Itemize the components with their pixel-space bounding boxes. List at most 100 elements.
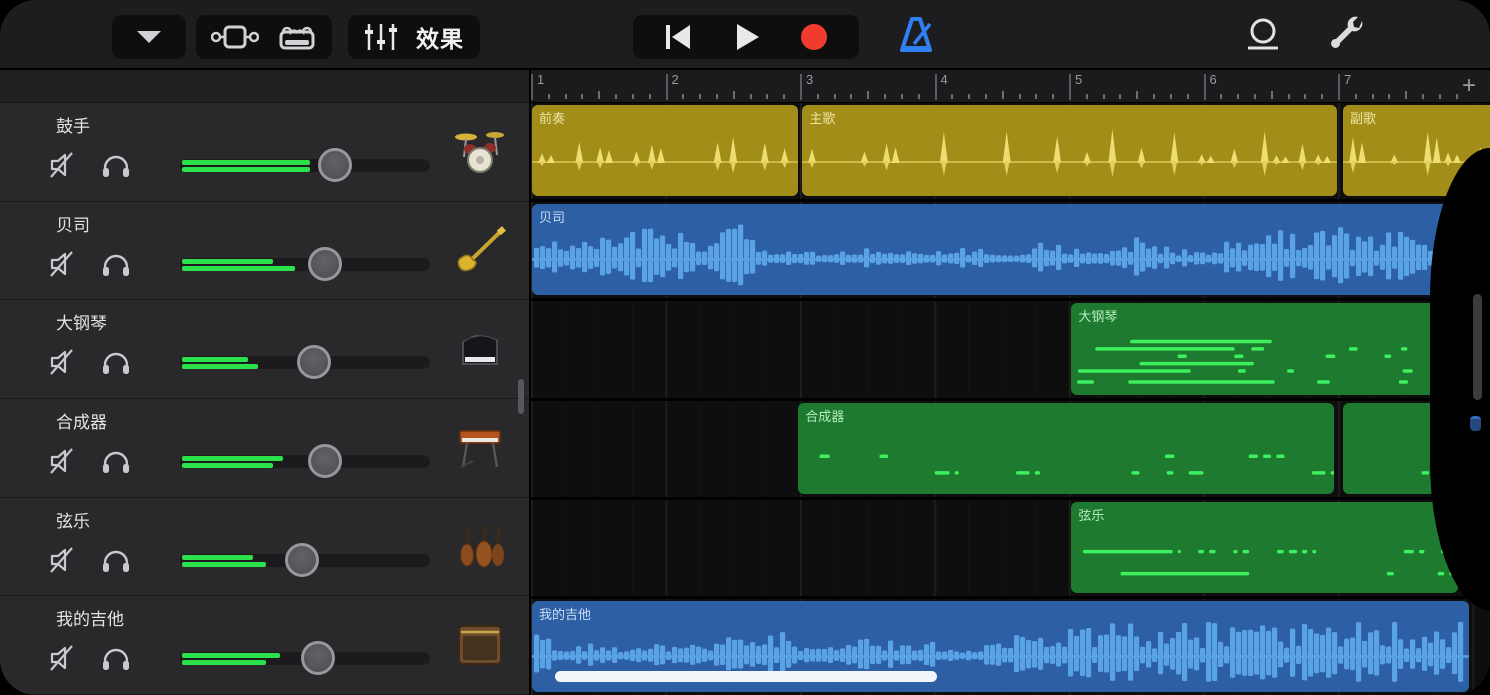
- track-header-1[interactable]: 鼓手: [0, 103, 529, 202]
- vertical-scrollbar[interactable]: [518, 379, 524, 414]
- region-主歌[interactable]: 主歌: [802, 105, 1337, 196]
- track-lane-5[interactable]: 弦乐: [531, 500, 1490, 599]
- track-header-panel: 鼓手贝司大钢琴合成器弦乐我的吉他: [0, 70, 531, 695]
- level-meter-right: [182, 167, 310, 172]
- level-meter-right: [182, 463, 273, 468]
- solo-headphones-button[interactable]: [101, 151, 131, 184]
- region-贝司[interactable]: 贝司: [532, 204, 1488, 295]
- instrument-browser-icon[interactable]: [277, 22, 317, 52]
- volume-knob[interactable]: [297, 345, 331, 379]
- level-meter-right: [182, 660, 266, 665]
- track-lane-4[interactable]: 合成器: [531, 401, 1490, 500]
- region-合成器[interactable]: 合成器: [798, 403, 1334, 494]
- level-meter-left: [182, 456, 283, 461]
- track-header-5[interactable]: 弦乐: [0, 498, 529, 597]
- level-meter-left: [182, 259, 273, 264]
- settings-button[interactable]: [1322, 15, 1374, 59]
- region-弦乐[interactable]: 弦乐: [1071, 502, 1458, 593]
- measure-number: 5: [1075, 72, 1082, 87]
- loop-browser-icon: [1242, 15, 1284, 60]
- volume-slider[interactable]: [180, 644, 430, 672]
- timeline-area: 1234567+ 前奏主歌副歌贝司大钢琴合成器弦乐我的吉他: [531, 70, 1490, 695]
- track-lane-3[interactable]: 大钢琴: [531, 301, 1490, 400]
- add-section-button[interactable]: +: [1462, 74, 1476, 98]
- level-meter-left: [182, 555, 253, 560]
- region-大钢琴[interactable]: 大钢琴: [1071, 303, 1436, 394]
- region-label: 主歌: [809, 108, 835, 127]
- volume-slider[interactable]: [180, 546, 430, 574]
- audio-connector-icon[interactable]: [211, 23, 259, 51]
- horizontal-scrollbar[interactable]: [555, 671, 937, 682]
- synth-instrument-icon[interactable]: [453, 423, 507, 473]
- volume-knob[interactable]: [308, 247, 342, 281]
- track-header-3[interactable]: 大钢琴: [0, 300, 529, 399]
- mute-button[interactable]: [48, 445, 80, 482]
- volume-knob[interactable]: [285, 543, 319, 577]
- measure-number: 4: [941, 72, 948, 87]
- solo-headphones-button[interactable]: [101, 546, 131, 579]
- track-header-4[interactable]: 合成器: [0, 399, 529, 498]
- drums-instrument-icon[interactable]: [453, 127, 507, 177]
- ruler-measure[interactable]: 7: [1338, 70, 1473, 102]
- mute-button[interactable]: [48, 544, 80, 581]
- front-camera-icon: [1470, 416, 1481, 431]
- volume-slider[interactable]: [180, 447, 430, 475]
- solo-headphones-button[interactable]: [101, 250, 131, 283]
- track-name: 鼓手: [56, 112, 90, 137]
- metronome-icon: [896, 16, 936, 59]
- measure-number: 7: [1344, 72, 1351, 87]
- metronome-button[interactable]: [890, 15, 942, 59]
- device-notch: [1430, 148, 1490, 610]
- ruler-measure[interactable]: 4: [935, 70, 1070, 102]
- play-button[interactable]: [729, 20, 763, 54]
- solo-headphones-button[interactable]: [101, 348, 131, 381]
- measure-number: 3: [806, 72, 813, 87]
- ruler-measure[interactable]: 1: [531, 70, 666, 102]
- track-name: 弦乐: [56, 507, 90, 532]
- bass-instrument-icon[interactable]: [453, 226, 507, 276]
- region-label: 我的吉他: [539, 604, 591, 623]
- record-button[interactable]: [797, 20, 831, 54]
- mute-button[interactable]: [48, 149, 80, 186]
- region-label: 贝司: [539, 207, 565, 226]
- solo-headphones-button[interactable]: [101, 644, 131, 677]
- region-前奏[interactable]: 前奏: [532, 105, 798, 196]
- volume-knob[interactable]: [301, 641, 335, 675]
- track-header-2[interactable]: 贝司: [0, 202, 529, 301]
- transport-controls: [633, 15, 859, 59]
- level-meter-left: [182, 653, 280, 658]
- ruler-measure[interactable]: 6: [1204, 70, 1339, 102]
- effects-label: 效果: [416, 20, 464, 54]
- volume-slider[interactable]: [180, 250, 430, 278]
- ruler-measure[interactable]: 2: [666, 70, 801, 102]
- speaker-grille-icon: [1473, 294, 1482, 400]
- volume-slider[interactable]: [180, 348, 430, 376]
- loop-browser-button[interactable]: [1238, 15, 1288, 59]
- ruler-measure[interactable]: 5: [1069, 70, 1204, 102]
- measure-ruler[interactable]: 1234567+: [531, 70, 1490, 103]
- piano-instrument-icon[interactable]: [453, 324, 507, 374]
- measure-number: 1: [537, 72, 544, 87]
- volume-knob[interactable]: [308, 444, 342, 478]
- volume-slider[interactable]: [180, 151, 430, 179]
- ruler-measure[interactable]: 3: [800, 70, 935, 102]
- volume-knob[interactable]: [318, 148, 352, 182]
- track-header-6[interactable]: 我的吉他: [0, 596, 529, 695]
- region-segment[interactable]: [1343, 403, 1435, 494]
- solo-headphones-button[interactable]: [101, 447, 131, 480]
- amp-instrument-icon[interactable]: [453, 620, 507, 670]
- level-meter-right: [182, 364, 258, 369]
- mute-button[interactable]: [48, 248, 80, 285]
- mute-button[interactable]: [48, 642, 80, 679]
- level-meter-right: [182, 266, 295, 271]
- track-lane-2[interactable]: 贝司: [531, 202, 1490, 301]
- mixer-effects-button[interactable]: 效果: [348, 15, 480, 59]
- navigation-dropdown-button[interactable]: [112, 15, 186, 59]
- rewind-button[interactable]: [661, 20, 695, 54]
- wrench-icon: [1328, 15, 1368, 60]
- track-name: 大钢琴: [56, 309, 107, 334]
- chevron-down-icon: [135, 29, 163, 45]
- mute-button[interactable]: [48, 346, 80, 383]
- strings-instrument-icon[interactable]: [453, 522, 507, 572]
- track-lane-1[interactable]: 前奏主歌副歌: [531, 103, 1490, 202]
